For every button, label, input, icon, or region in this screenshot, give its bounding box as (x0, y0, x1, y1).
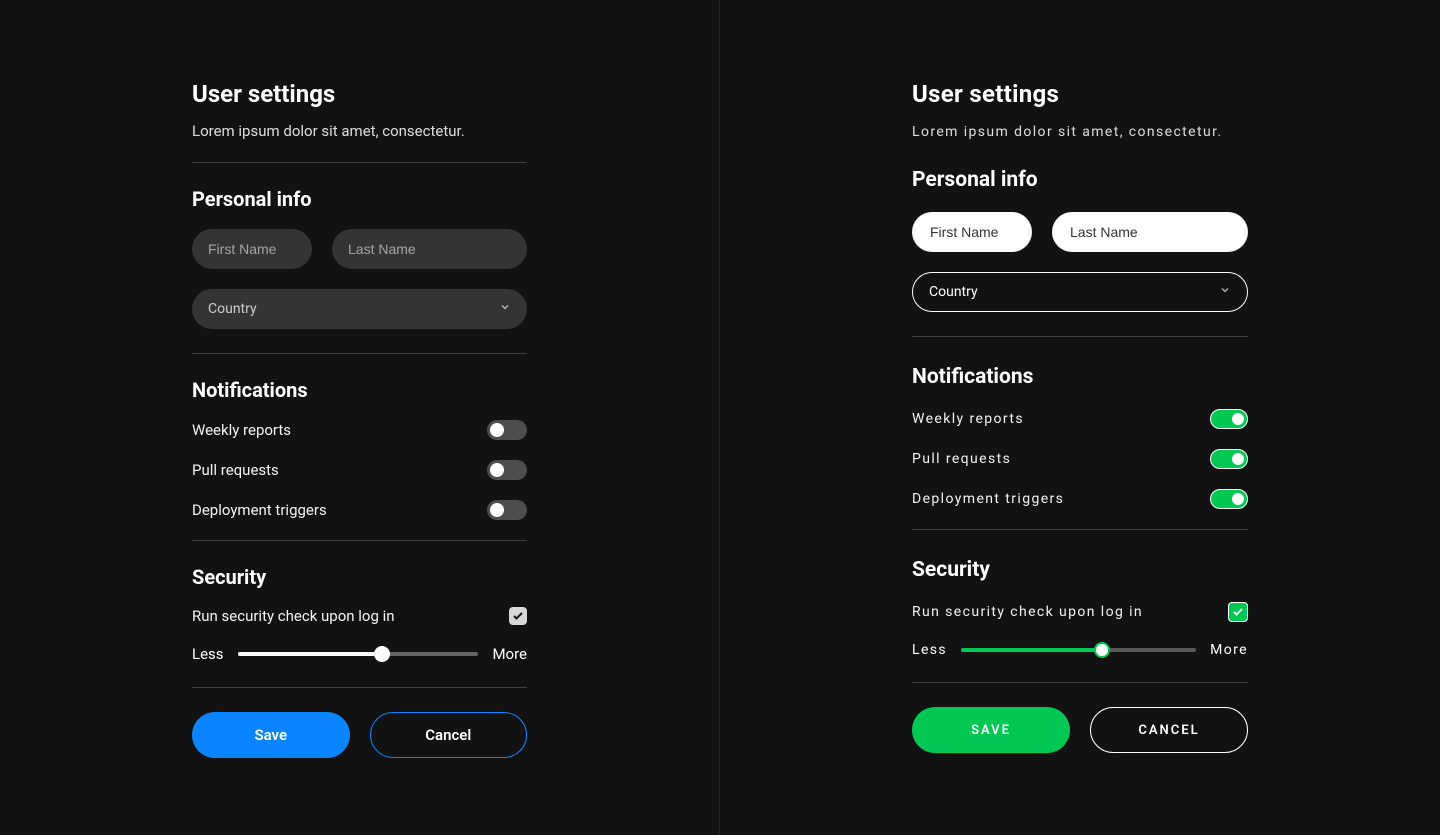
notification-label: Pull requests (912, 451, 1011, 467)
divider (912, 336, 1248, 337)
first-name-input[interactable] (912, 212, 1032, 252)
section-heading-notifications: Notifications (192, 378, 527, 402)
country-select[interactable]: Country (192, 289, 527, 329)
check-icon (1232, 606, 1244, 618)
section-heading-security: Security (192, 565, 527, 589)
country-select[interactable]: Country (912, 272, 1248, 312)
chevron-down-icon (1219, 284, 1231, 300)
cancel-button[interactable]: CANCEL (1090, 707, 1248, 753)
divider (192, 353, 527, 354)
page-subtitle: Lorem ipsum dolor sit amet, consectetur. (192, 122, 527, 140)
slider-thumb[interactable] (1094, 642, 1110, 658)
slider-thumb[interactable] (374, 646, 390, 662)
divider (912, 529, 1248, 530)
security-check-checkbox[interactable] (1228, 602, 1248, 622)
section-heading-personal: Personal info (912, 168, 1248, 192)
notification-label: Weekly reports (192, 421, 291, 439)
action-buttons: SAVE CANCEL (912, 707, 1248, 753)
security-check-label: Run security check upon log in (912, 604, 1143, 620)
notification-row: Weekly reports (912, 409, 1248, 429)
pull-requests-toggle[interactable] (1210, 449, 1248, 469)
security-check-row: Run security check upon log in (912, 602, 1248, 622)
page-subtitle: Lorem ipsum dolor sit amet, consectetur. (912, 124, 1248, 140)
cancel-button[interactable]: Cancel (370, 712, 528, 758)
country-select-label: Country (929, 284, 978, 300)
last-name-input[interactable] (332, 229, 527, 269)
notification-row: Pull requests (912, 449, 1248, 469)
notification-label: Weekly reports (912, 411, 1024, 427)
settings-panel-variant-a: User settings Lorem ipsum dolor sit amet… (0, 0, 720, 835)
security-slider-row: Less More (912, 642, 1248, 658)
security-check-checkbox[interactable] (509, 607, 527, 625)
notification-row: Weekly reports (192, 420, 527, 440)
notification-label: Deployment triggers (912, 491, 1064, 507)
weekly-reports-toggle[interactable] (487, 420, 527, 440)
name-row (192, 229, 527, 269)
page-title: User settings (192, 80, 527, 108)
notification-label: Pull requests (192, 461, 279, 479)
divider (192, 540, 527, 541)
slider-fill (238, 652, 383, 656)
first-name-input[interactable] (192, 229, 312, 269)
action-buttons: Save Cancel (192, 712, 527, 758)
security-level-slider[interactable] (961, 648, 1196, 652)
name-row (912, 212, 1248, 252)
weekly-reports-toggle[interactable] (1210, 409, 1248, 429)
notification-row: Pull requests (192, 460, 527, 480)
chevron-down-icon (499, 301, 511, 317)
deployment-triggers-toggle[interactable] (487, 500, 527, 520)
check-icon (512, 610, 524, 622)
security-level-slider[interactable] (238, 652, 479, 656)
save-button[interactable]: SAVE (912, 707, 1070, 753)
notification-label: Deployment triggers (192, 501, 327, 519)
section-heading-security: Security (912, 558, 1248, 582)
settings-panel-variant-b: User settings Lorem ipsum dolor sit amet… (720, 0, 1440, 835)
slider-max-label: More (492, 645, 527, 663)
security-check-label: Run security check upon log in (192, 607, 395, 625)
divider (192, 687, 527, 688)
deployment-triggers-toggle[interactable] (1210, 489, 1248, 509)
pull-requests-toggle[interactable] (487, 460, 527, 480)
country-select-label: Country (208, 301, 257, 317)
security-slider-row: Less More (192, 645, 527, 663)
slider-min-label: Less (912, 642, 947, 658)
last-name-input[interactable] (1052, 212, 1248, 252)
page-title: User settings (912, 80, 1248, 108)
security-check-row: Run security check upon log in (192, 607, 527, 625)
slider-min-label: Less (192, 645, 224, 663)
divider (912, 682, 1248, 683)
notification-row: Deployment triggers (912, 489, 1248, 509)
notification-row: Deployment triggers (192, 500, 527, 520)
divider (192, 162, 527, 163)
section-heading-notifications: Notifications (912, 365, 1248, 389)
section-heading-personal: Personal info (192, 187, 527, 211)
save-button[interactable]: Save (192, 712, 350, 758)
slider-fill (961, 648, 1102, 652)
slider-max-label: More (1210, 642, 1248, 658)
